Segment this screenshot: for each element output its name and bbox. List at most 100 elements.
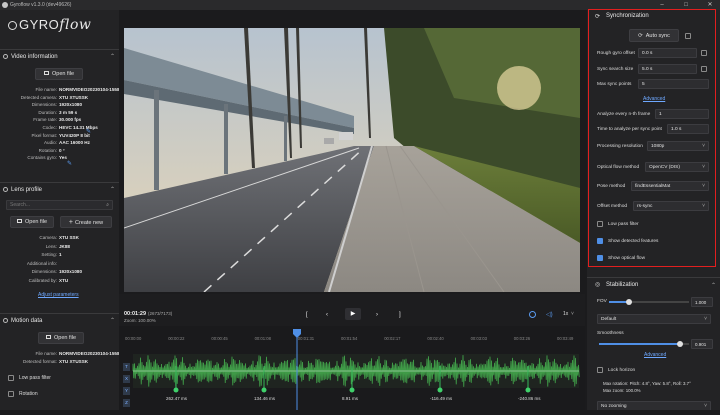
sync-point-label: -116.49 ms (430, 396, 453, 401)
lens-open-file-button[interactable]: Open file (10, 216, 54, 228)
logo-icon (8, 21, 17, 30)
next-frame-icon[interactable]: › (376, 312, 378, 318)
info-row: Contains gyro: Yes (0, 155, 119, 162)
video-info-header[interactable]: Video information ⌃ (0, 49, 119, 63)
video-preview[interactable] (124, 28, 580, 292)
timeline-tick-label: 00:03:26 (513, 336, 531, 341)
sync-point-marker[interactable] (437, 387, 443, 393)
fov-slider[interactable] (609, 299, 689, 305)
collapse-icon[interactable]: ⌃ (110, 183, 115, 197)
rotation-checkbox[interactable] (8, 391, 14, 397)
motion-open-file-button[interactable]: Open file (38, 332, 84, 344)
timeline-tick-label: 00:01:54 (341, 336, 358, 341)
playback-speed[interactable]: 1x (563, 311, 568, 317)
axis-toggle-button[interactable]: T (123, 363, 130, 371)
info-key: Codec: (42, 125, 57, 130)
axis-toggle-button[interactable]: X (123, 375, 130, 383)
stabilization-toggle-icon[interactable] (529, 311, 536, 318)
adjust-parameters-link[interactable]: Adjust parameters (38, 292, 79, 298)
info-key: Frame rate: (33, 117, 57, 123)
max-rotation-text: Max rotation: Pitch: 4.8°, Yaw: 5.8°, Ro… (603, 381, 691, 386)
info-row: Detected format: XTU XTUSSK (0, 359, 119, 366)
create-new-button[interactable]: + Create new (60, 216, 112, 228)
frame-counter: (2673/7173) (148, 311, 173, 316)
smoothness-label: Smoothness (597, 331, 624, 336)
sync-point-marker[interactable] (349, 387, 355, 393)
info-key: Calibrated by: (28, 278, 57, 283)
smoothing-preset-select[interactable]: Default ˅ (597, 314, 711, 324)
chevron-down-icon: ˅ (704, 403, 707, 409)
audio-icon[interactable]: ◁) (546, 311, 553, 318)
collapse-icon[interactable]: ⌃ (711, 282, 716, 289)
info-value: HEVC 14.31 Mbps (59, 125, 98, 130)
fov-slider-handle[interactable] (626, 299, 632, 305)
collapse-icon[interactable]: ⌃ (110, 50, 115, 64)
timeline-tick-label: 00:00:22 (168, 336, 185, 341)
info-key: Detected camera: (20, 94, 57, 100)
axis-toggle-button[interactable]: Z (123, 399, 130, 407)
lens-profile-header[interactable]: Lens profile ⌃ (0, 182, 119, 196)
info-row: Lens: JK88 (0, 244, 119, 251)
info-row: File name: NORMVIDEO20230104-1558 (0, 351, 119, 358)
stabilization-icon: ◎ (595, 282, 601, 288)
info-value: AAC 16000 Hz (59, 140, 90, 146)
chevron-down-icon: ˅ (704, 316, 707, 322)
zooming-select[interactable]: No zooming ˅ (597, 401, 711, 410)
left-panel: GYROflow Video information ⌃ Open file F… (0, 10, 119, 410)
info-key: Contains gyro: (27, 155, 57, 161)
info-row: Setting: 1 (0, 252, 119, 259)
info-value: NORMVIDEO20230104-1558 (59, 351, 119, 356)
divider (587, 277, 720, 278)
sync-point-marker[interactable] (525, 387, 531, 393)
timeline-tick-label: 00:03:03 (470, 336, 487, 341)
lens-search-input[interactable]: Search... ⌕ (6, 200, 113, 210)
info-key: File name: (35, 87, 57, 92)
info-row: Camera: XTU SSK (0, 235, 119, 242)
sync-point-label: 8.91 ms (342, 396, 359, 401)
jump-end-button[interactable]: ] (399, 312, 401, 318)
highlight-box (588, 9, 716, 267)
motion-low-pass-label: Low pass filter (19, 375, 51, 381)
info-value: XTU (59, 278, 69, 283)
edit-rotation-icon[interactable]: ✎ (67, 160, 72, 167)
stabilization-section-title[interactable]: Stabilization (606, 282, 638, 288)
smoothness-slider[interactable] (599, 341, 689, 347)
lens-icon (3, 187, 8, 192)
info-key: Additional info: (26, 260, 57, 266)
info-row: Detected camera: XTU XTUSSK (0, 95, 119, 102)
info-value: XTU XTUSSK (59, 358, 89, 364)
collapse-icon[interactable]: ⌃ (110, 314, 115, 328)
edit-frame-rate-icon[interactable]: ✎ (86, 128, 91, 135)
fov-input[interactable]: 1.000 (691, 297, 713, 307)
video-open-file-button[interactable]: Open file (35, 68, 83, 80)
stabilization-advanced-link[interactable]: Advanced (644, 352, 666, 358)
motion-low-pass-checkbox[interactable] (8, 375, 14, 381)
current-time: 00:01:29 (124, 311, 147, 317)
rotation-label: Rotation (19, 391, 38, 397)
info-row: Frame rate: 30.000 fps (0, 117, 119, 124)
timeline[interactable]: 00:00:00 00:00:22 00:00:45 00:01:08 00:01:31… (119, 326, 585, 410)
info-key: Lens: (45, 243, 57, 249)
window-title: Gyroflow v1.3.0 (dev49626) (10, 2, 72, 8)
axis-toggle-button[interactable]: Y (123, 387, 130, 395)
info-value: 3 m 59 s (59, 109, 78, 115)
sync-point-marker[interactable] (261, 387, 267, 393)
smoothness-input[interactable]: 0.901 (691, 339, 713, 349)
lock-horizon-checkbox[interactable] (597, 367, 603, 373)
info-key: Rotation: (38, 147, 57, 153)
smoothness-slider-handle[interactable] (677, 341, 683, 347)
jump-start-button[interactable]: [ (306, 312, 308, 318)
sync-point-label: -240.86 ms (518, 396, 541, 401)
info-row: Duration: 3 m 59 s (0, 110, 119, 117)
motion-data-header[interactable]: Motion data ⌃ (0, 313, 119, 327)
play-button[interactable]: ▶ (345, 308, 361, 320)
timeline-tick-label: 00:01:08 (254, 336, 271, 341)
info-row: Rotation: 0 ° (0, 148, 119, 155)
info-value: NORMVIDEO20230104-1558 (59, 87, 119, 92)
sync-point-marker[interactable] (173, 387, 179, 393)
motion-icon (3, 318, 8, 323)
info-value: 0 ° (59, 147, 65, 153)
sync-point-label: 262.47 ms (166, 396, 188, 401)
prev-frame-icon[interactable]: ‹ (326, 312, 328, 318)
sync-point-label: 134.46 ms (254, 396, 276, 401)
